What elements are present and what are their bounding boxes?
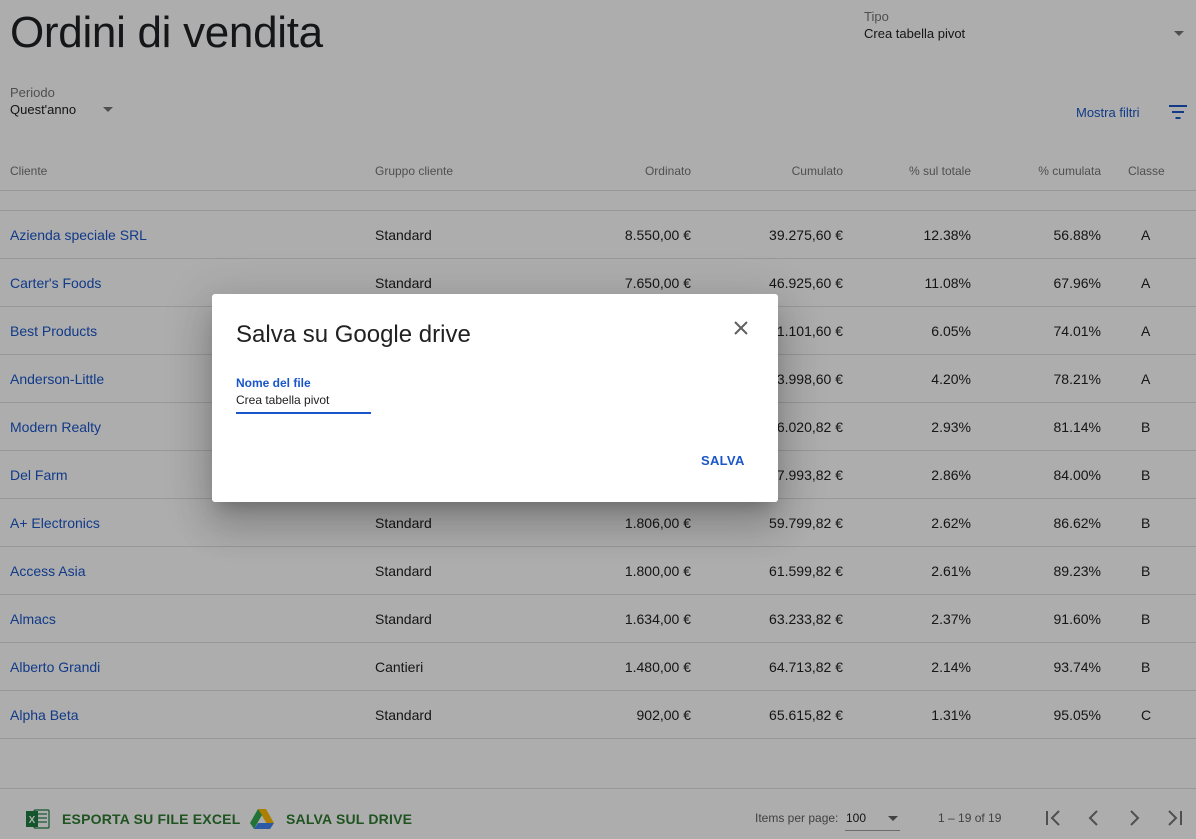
save-button[interactable]: SALVA	[701, 453, 745, 468]
file-name-field: Nome del file	[236, 376, 371, 414]
save-to-drive-dialog: Salva su Google drive Nome del file SALV…	[212, 294, 778, 502]
dialog-title: Salva su Google drive	[236, 321, 471, 348]
close-icon[interactable]	[733, 320, 749, 336]
file-name-input[interactable]	[236, 390, 371, 414]
file-name-label: Nome del file	[236, 376, 311, 390]
